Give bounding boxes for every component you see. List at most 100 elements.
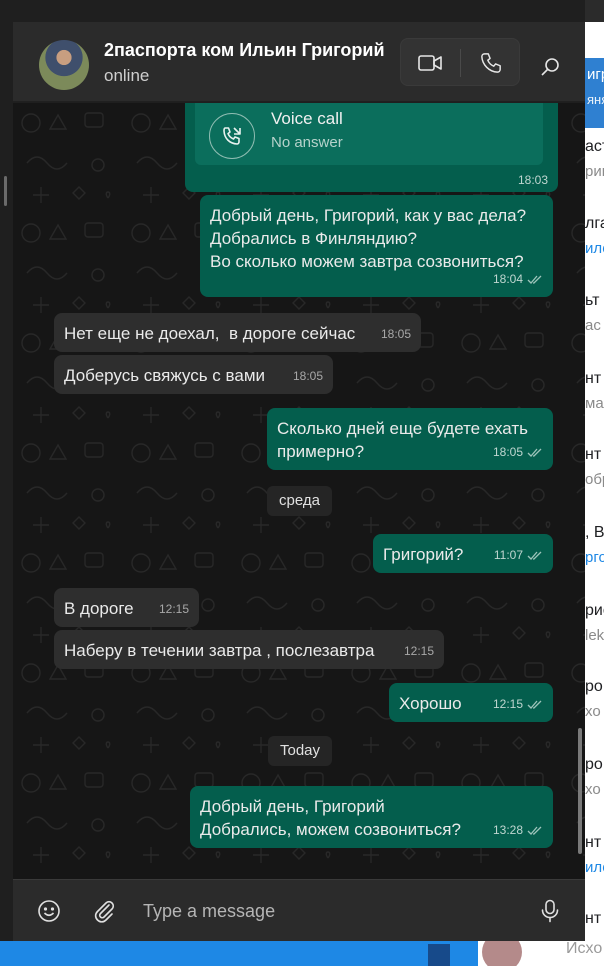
- background-list-item[interactable]: ро хо: [585, 678, 604, 720]
- incoming-message[interactable]: Наберу в течении завтра , послезавтра 12…: [54, 630, 444, 669]
- message-time: 18:03: [517, 173, 548, 187]
- outgoing-message[interactable]: Хорошо 12:15: [389, 683, 553, 722]
- background-item-preview: ило: [585, 240, 604, 257]
- background-item-preview: хо: [585, 703, 601, 720]
- background-list-item[interactable]: нт I ма: [585, 370, 604, 412]
- background-item-title: нт I: [585, 834, 604, 851]
- background-item-preview: ас: [585, 317, 601, 334]
- background-item-title: рис: [585, 602, 604, 619]
- whatsapp-window: 2паспорта ком Ильин Григорий online Voic…: [0, 0, 585, 941]
- search-icon: [541, 58, 559, 76]
- incoming-message[interactable]: В дороге 12:15: [54, 588, 199, 627]
- background-bottom-item-text: Исхо: [566, 940, 603, 957]
- emoji-button[interactable]: [32, 894, 66, 928]
- background-list-item[interactable]: аст рин: [585, 138, 604, 180]
- background-list-item[interactable]: ьт ас: [585, 292, 604, 334]
- background-item-title: ро: [585, 756, 603, 773]
- message-time: 12:15: [403, 644, 434, 658]
- message-composer: [13, 879, 585, 941]
- outgoing-message[interactable]: Сколько дней еще будете ехать примерно? …: [267, 408, 553, 470]
- background-item-title: нт I: [585, 446, 604, 463]
- chat-header: 2паспорта ком Ильин Григорий online: [13, 22, 585, 102]
- background-item-title: ьт: [585, 292, 600, 309]
- incoming-message[interactable]: Нет еще не доехал, в дороге сейчас 18:05: [54, 313, 421, 352]
- background-item-title: нт I: [585, 910, 604, 927]
- chat-messages-area[interactable]: Voice call No answer 18:03 Добрый день, …: [13, 103, 585, 879]
- background-list-item[interactable]: рис lek: [585, 602, 604, 644]
- read-ticks-icon: [527, 551, 542, 560]
- background-list-item[interactable]: нт I: [585, 910, 604, 928]
- background-item-title: , Ві: [585, 524, 604, 541]
- message-text: Сколько дней еще будете ехать примерно?: [277, 419, 528, 461]
- background-item-preview: обр: [585, 471, 604, 488]
- voice-call-status: No answer: [271, 134, 343, 151]
- voice-call-message[interactable]: Voice call No answer 18:03: [185, 103, 558, 192]
- microphone-icon: [541, 899, 559, 923]
- background-bottom-square: [428, 944, 450, 966]
- paperclip-icon: [94, 900, 115, 923]
- call-group-divider: [460, 49, 461, 77]
- message-time: 13:28: [492, 823, 523, 837]
- chat-scrollbar[interactable]: [578, 728, 582, 854]
- background-selected-item[interactable]: игр яня: [585, 58, 604, 128]
- read-ticks-icon: [527, 700, 542, 709]
- contact-status: online: [104, 66, 150, 85]
- message-text: Доберусь свяжусь с вами: [64, 366, 266, 385]
- message-time: 11:07: [493, 548, 523, 562]
- message-time: 18:05: [292, 369, 323, 383]
- background-item-title: ро: [585, 678, 603, 695]
- background-item-preview: рин: [585, 163, 604, 180]
- message-time: 12:15: [158, 602, 189, 616]
- message-text: В дороге: [64, 599, 134, 618]
- outgoing-message[interactable]: Добрый день, Григорий Добрались, можем с…: [190, 786, 553, 848]
- read-ticks-icon: [527, 448, 542, 457]
- call-buttons-group: [400, 38, 520, 86]
- message-text: Григорий?: [383, 545, 464, 564]
- voice-call-title: Voice call: [271, 109, 343, 128]
- message-text: Добрый день, Григорий Добрались, можем с…: [200, 797, 461, 839]
- outgoing-message[interactable]: Григорий? 11:07: [373, 534, 553, 573]
- voice-message-button[interactable]: [533, 894, 567, 928]
- message-time: 18:05: [380, 327, 411, 341]
- message-time: 12:15: [492, 697, 523, 711]
- background-chat-list: аст рин лга ило ьт ас нт I ма нт I обр , Ві рг…: [585, 22, 604, 966]
- search-button[interactable]: [533, 50, 567, 84]
- contact-avatar[interactable]: [39, 40, 89, 90]
- voice-call-badge: [209, 113, 255, 159]
- background-list-item[interactable]: , Ві рго: [585, 524, 604, 566]
- message-text: Хорошо: [399, 694, 462, 713]
- read-ticks-icon: [527, 275, 542, 284]
- background-item-preview: хо: [585, 781, 601, 798]
- background-item-preview: ма: [585, 395, 604, 412]
- message-input[interactable]: [143, 892, 513, 930]
- date-separator: Today: [268, 736, 333, 766]
- background-selected-title: игр: [587, 66, 604, 83]
- voice-call-button[interactable]: [462, 39, 520, 87]
- background-item-title: лга: [585, 215, 604, 232]
- background-item-preview: lek: [585, 627, 604, 644]
- resize-handle[interactable]: [4, 176, 7, 206]
- background-item-preview: рго: [585, 549, 604, 566]
- contact-name[interactable]: 2паспорта ком Ильин Григорий: [104, 40, 385, 61]
- background-list-item[interactable]: лга ило: [585, 215, 604, 257]
- background-list-item[interactable]: ро хо: [585, 756, 604, 798]
- message-text: Добрый день, Григорий, как у вас дела? Д…: [210, 206, 527, 271]
- attach-button[interactable]: [87, 894, 121, 928]
- background-item-title: нт I: [585, 370, 604, 387]
- background-list-item[interactable]: нт I обр: [585, 446, 604, 488]
- background-item-preview: ило: [585, 859, 604, 876]
- voice-call-card[interactable]: Voice call No answer: [195, 103, 543, 165]
- incoming-message[interactable]: Доберусь свяжусь с вами 18:05: [54, 355, 333, 394]
- video-call-icon: [418, 55, 442, 71]
- read-ticks-icon: [527, 826, 542, 835]
- background-list-item[interactable]: нт I ило: [585, 834, 604, 876]
- missed-call-phone-icon: [223, 127, 241, 145]
- message-time: 18:05: [492, 445, 523, 459]
- video-call-button[interactable]: [401, 39, 459, 87]
- background-item-title: аст: [585, 138, 604, 155]
- emoji-icon: [38, 900, 60, 922]
- window-titlebar: [0, 0, 585, 22]
- outgoing-message[interactable]: Добрый день, Григорий, как у вас дела? Д…: [200, 195, 553, 297]
- phone-icon: [481, 53, 501, 73]
- background-selected-preview: яня: [587, 92, 604, 107]
